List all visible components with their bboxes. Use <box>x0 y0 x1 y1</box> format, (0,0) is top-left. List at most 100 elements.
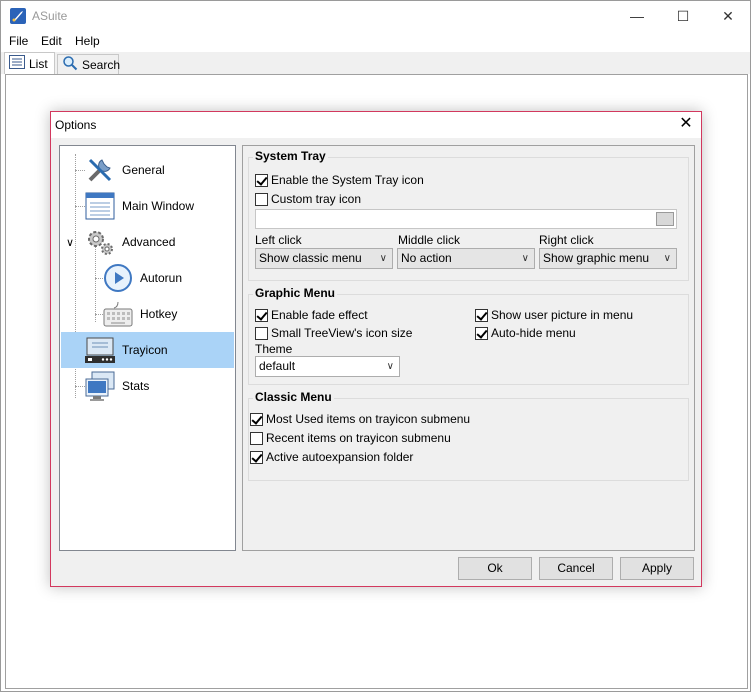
title-bar: ASuite — ☐ ✕ <box>1 1 750 32</box>
chevron-down-icon: ∨ <box>521 253 529 264</box>
menu-bar: File Edit Help <box>1 32 750 52</box>
tree-label-advanced: Advanced <box>122 235 176 249</box>
custom-tray-icon-label: Custom tray icon <box>271 192 362 206</box>
recent-items-label: Recent items on trayicon submenu <box>266 431 451 445</box>
play-icon <box>102 262 134 294</box>
graphic-menu-group: Graphic Menu Enable fade effect Small Tr… <box>248 286 689 385</box>
tree-item-hotkey[interactable]: Hotkey <box>102 296 234 332</box>
checkbox-box[interactable] <box>255 173 268 187</box>
options-dialog: Options ✕ General Main Window ∨ Advanced… <box>50 111 702 587</box>
checkbox-box[interactable] <box>255 192 268 206</box>
trayicon-settings-panel: System Tray Enable the System Tray icon … <box>242 145 695 551</box>
enable-system-tray-label: Enable the System Tray icon <box>271 173 424 187</box>
window-title: ASuite <box>32 9 68 23</box>
tree-item-general[interactable]: General <box>84 152 234 188</box>
right-click-select[interactable]: Show graphic menu ∨ <box>539 248 677 269</box>
chevron-down-icon: ∨ <box>663 253 671 264</box>
middle-click-select[interactable]: No action ∨ <box>397 248 535 269</box>
custom-tray-icon-checkbox[interactable]: Custom tray icon <box>255 192 361 206</box>
show-user-picture-label: Show user picture in menu <box>491 308 634 322</box>
menu-edit[interactable]: Edit <box>41 34 62 48</box>
autoexpansion-folder-checkbox[interactable]: Active autoexpansion folder <box>250 450 413 464</box>
right-click-value: Show graphic menu <box>543 251 650 265</box>
chevron-down-icon: ∨ <box>386 361 394 372</box>
tree-label-main-window: Main Window <box>122 199 195 213</box>
theme-label: Theme <box>255 342 293 356</box>
graphic-menu-title: Graphic Menu <box>253 286 338 300</box>
gears-icon <box>84 226 116 258</box>
middle-click-label: Middle click <box>398 233 461 247</box>
stats-icon <box>84 370 116 402</box>
tab-list[interactable]: List <box>4 52 55 74</box>
left-click-select[interactable]: Show classic menu ∨ <box>255 248 393 269</box>
most-used-items-checkbox[interactable]: Most Used items on trayicon submenu <box>250 412 470 426</box>
small-icon-size-checkbox[interactable]: Small TreeView's icon size <box>255 326 412 340</box>
small-icon-size-label: Small TreeView's icon size <box>271 326 413 340</box>
keyboard-icon <box>102 298 134 330</box>
most-used-items-label: Most Used items on trayicon submenu <box>266 412 471 426</box>
minimize-button[interactable]: — <box>614 1 660 32</box>
show-user-picture-checkbox[interactable]: Show user picture in menu <box>475 308 633 322</box>
middle-click-value: No action <box>401 251 452 265</box>
dialog-close-button[interactable]: ✕ <box>675 115 697 135</box>
search-icon <box>62 55 78 74</box>
checkbox-box[interactable] <box>255 326 268 340</box>
checkbox-box[interactable] <box>475 326 488 340</box>
tree-label-hotkey: Hotkey <box>140 307 178 321</box>
enable-fade-label: Enable fade effect <box>271 308 368 322</box>
autoexpansion-folder-label: Active autoexpansion folder <box>266 450 414 464</box>
tree-item-trayicon[interactable]: Trayicon <box>61 332 234 368</box>
tab-search-label: Search <box>82 57 121 72</box>
tree-label-autorun: Autorun <box>140 271 183 285</box>
theme-value: default <box>259 359 296 373</box>
system-tray-title: System Tray <box>253 149 328 163</box>
dialog-title: Options <box>55 118 97 132</box>
list-icon <box>9 55 25 72</box>
theme-select[interactable]: default ∨ <box>255 356 400 377</box>
ok-button[interactable]: Ok <box>458 557 532 580</box>
checkbox-box[interactable] <box>250 450 263 464</box>
tab-list-label: List <box>29 56 48 71</box>
right-click-label: Right click <box>539 233 594 247</box>
tree-label-general: General <box>122 163 165 177</box>
custom-tray-icon-path-field[interactable] <box>255 209 677 229</box>
menu-file[interactable]: File <box>9 34 28 48</box>
options-tree: General Main Window ∨ Advanced Autorun H… <box>59 145 236 551</box>
app-rocket-icon <box>10 8 26 24</box>
tab-search[interactable]: Search <box>57 54 121 74</box>
left-click-value: Show classic menu <box>259 251 362 265</box>
checkbox-box[interactable] <box>250 412 263 426</box>
window-icon <box>84 190 116 222</box>
chevron-down-icon: ∨ <box>379 253 387 264</box>
menu-help[interactable]: Help <box>75 34 100 48</box>
trayicon-icon <box>84 334 116 366</box>
cancel-button[interactable]: Cancel <box>539 557 613 580</box>
system-tray-group: System Tray Enable the System Tray icon … <box>248 149 689 281</box>
tree-item-autorun[interactable]: Autorun <box>102 260 234 296</box>
tree-label-stats: Stats <box>122 379 150 393</box>
main-window: ASuite — ☐ ✕ File Edit Help List Search … <box>0 0 751 692</box>
dialog-title-bar: Options ✕ <box>51 112 701 138</box>
tree-label-trayicon: Trayicon <box>122 343 168 357</box>
tree-item-advanced[interactable]: ∨ Advanced <box>66 224 236 260</box>
enable-system-tray-checkbox[interactable]: Enable the System Tray icon <box>255 173 424 187</box>
left-click-label: Left click <box>255 233 302 247</box>
classic-menu-title: Classic Menu <box>253 390 334 404</box>
checkbox-box[interactable] <box>250 431 263 445</box>
classic-menu-group: Classic Menu Most Used items on trayicon… <box>248 390 689 481</box>
tree-item-stats[interactable]: Stats <box>84 368 234 404</box>
enable-fade-checkbox[interactable]: Enable fade effect <box>255 308 368 322</box>
apply-button[interactable]: Apply <box>620 557 694 580</box>
tab-bar: List Search <box>1 52 750 74</box>
auto-hide-checkbox[interactable]: Auto-hide menu <box>475 326 576 340</box>
chevron-down-icon[interactable]: ∨ <box>66 236 80 249</box>
checkbox-box[interactable] <box>255 308 268 322</box>
auto-hide-label: Auto-hide menu <box>491 326 576 340</box>
browse-folder-icon[interactable] <box>656 212 674 226</box>
close-button[interactable]: ✕ <box>705 1 751 32</box>
maximize-button[interactable]: ☐ <box>660 1 706 32</box>
tree-item-main-window[interactable]: Main Window <box>84 188 234 224</box>
checkbox-box[interactable] <box>475 308 488 322</box>
recent-items-checkbox[interactable]: Recent items on trayicon submenu <box>250 431 451 445</box>
tools-icon <box>84 154 116 186</box>
